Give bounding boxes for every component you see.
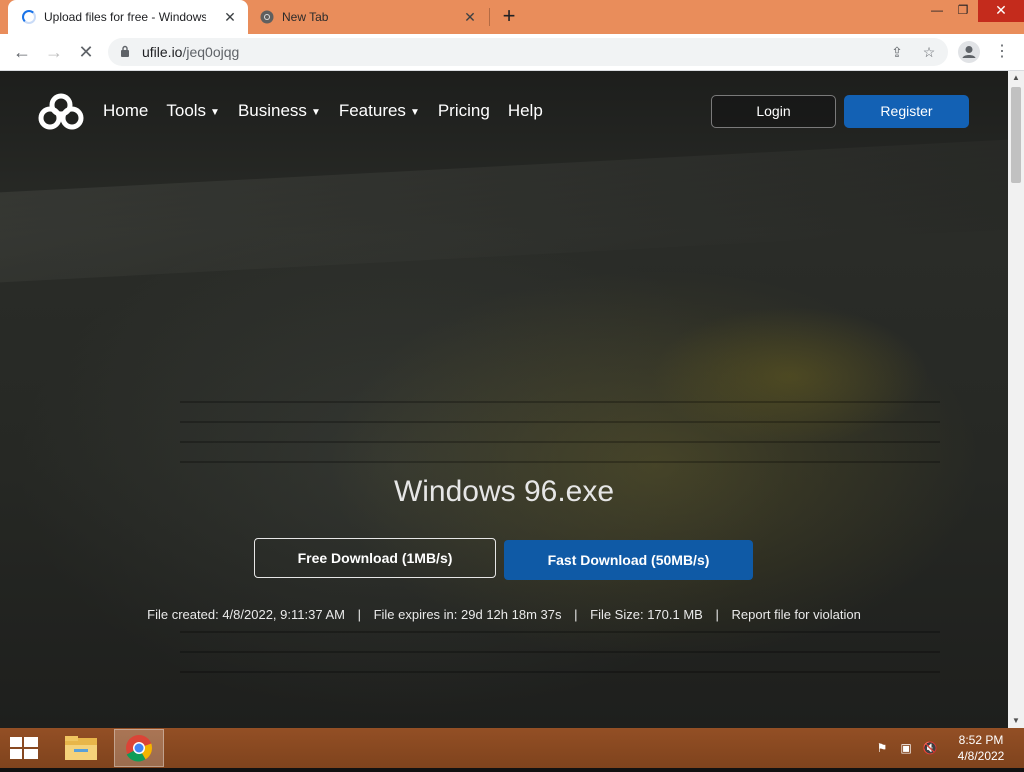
address-bar[interactable]: ufile.io/jeq0ojqg ⇪ ☆ [108,38,948,66]
chevron-down-icon: ▼ [310,106,321,118]
file-expires-text: File expires in: 29d 12h 18m 37s [373,607,562,622]
ufile-logo-icon[interactable] [38,93,84,131]
new-tab-button[interactable]: + [498,5,520,28]
separator: | [715,607,719,622]
chevron-down-icon: ▼ [210,106,220,118]
page-viewport: Home Tools ▼ Business ▼ Features ▼ Pricing … [0,71,1008,728]
tab-divider [489,8,490,26]
network-icon[interactable]: ▣ [898,740,914,756]
scroll-up-arrow-icon[interactable]: ▲ [1008,71,1024,85]
browser-toolbar: ← → ✕ ufile.io/jeq0ojqg ⇪ ☆ ⋮ [0,34,1024,71]
chrome-taskbar-icon[interactable] [114,729,164,767]
tab-upload-files[interactable]: Upload files for free - Windows 96.exe ✕ [8,0,248,34]
url-host: ufile.io [142,44,183,60]
url-text: ufile.io/jeq0ojqg [142,44,239,60]
browser-titlebar: Upload files for free - Windows 96.exe ✕… [0,0,1024,34]
scroll-thumb[interactable] [1011,87,1021,183]
profile-avatar-icon[interactable] [958,41,980,63]
chrome-favicon-icon [260,10,274,24]
clock-time: 8:52 PM [958,733,1004,747]
lock-icon [121,45,129,57]
background-graffiti [640,301,940,451]
loading-spinner-icon [22,10,36,24]
nav-pricing[interactable]: Pricing [438,101,490,121]
nav-home[interactable]: Home [103,101,148,121]
report-violation-link[interactable]: Report file for violation [731,607,860,622]
share-icon[interactable]: ⇪ [888,43,906,61]
windows-start-icon[interactable] [10,737,38,759]
fast-download-button[interactable]: Fast Download (50MB/s) [504,540,753,580]
chevron-down-icon: ▼ [409,106,420,118]
page-scrollbar[interactable]: ▲ ▼ [1008,71,1024,728]
back-button[interactable]: ← [10,40,34,64]
nav-tools[interactable]: Tools ▼ [166,101,220,121]
tab-title: New Tab [282,10,329,24]
tab-close-icon[interactable]: ✕ [462,9,478,25]
clock-date: 4/8/2022 [957,749,1005,763]
separator: | [357,607,361,622]
restore-button[interactable]: ❐ [946,0,980,22]
background-image [0,139,1008,283]
nav-business[interactable]: Business ▼ [238,101,321,121]
browser-menu-icon[interactable]: ⋮ [994,41,1010,63]
url-path: /jeq0ojqg [182,44,240,60]
forward-button[interactable]: → [42,40,66,64]
system-clock[interactable]: 8:52 PM 4/8/2022 [950,732,1012,764]
free-download-button[interactable]: Free Download (1MB/s) [254,538,496,578]
stop-loading-button[interactable]: ✕ [74,40,98,64]
file-info-bar: File created: 4/8/2022, 9:11:37 AM | Fil… [0,607,1008,622]
separator: | [574,607,578,622]
windows-taskbar: ⚑ ▣ 🔇 8:52 PM 4/8/2022 [0,728,1024,768]
file-created-text: File created: 4/8/2022, 9:11:37 AM [147,607,345,622]
main-nav: Home Tools ▼ Business ▼ Features ▼ Pricing … [103,101,561,121]
close-window-button[interactable]: ✕ [978,0,1024,22]
tab-close-icon[interactable]: ✕ [222,9,238,25]
volume-muted-icon[interactable]: 🔇 [922,740,938,756]
scroll-down-arrow-icon[interactable]: ▼ [1008,714,1024,728]
file-explorer-taskbar-icon[interactable] [56,729,106,767]
nav-help[interactable]: Help [508,101,543,121]
login-button[interactable]: Login [711,95,836,128]
tab-title: Upload files for free - Windows 96.exe [44,10,206,24]
action-center-flag-icon[interactable]: ⚑ [874,740,890,756]
register-button[interactable]: Register [844,95,969,128]
nav-features[interactable]: Features ▼ [339,101,420,121]
tab-new-tab[interactable]: New Tab ✕ [250,0,488,34]
bookmark-star-icon[interactable]: ☆ [920,43,938,61]
file-size-text: File Size: 170.1 MB [590,607,703,622]
file-name-heading: Windows 96.exe [393,475,615,508]
